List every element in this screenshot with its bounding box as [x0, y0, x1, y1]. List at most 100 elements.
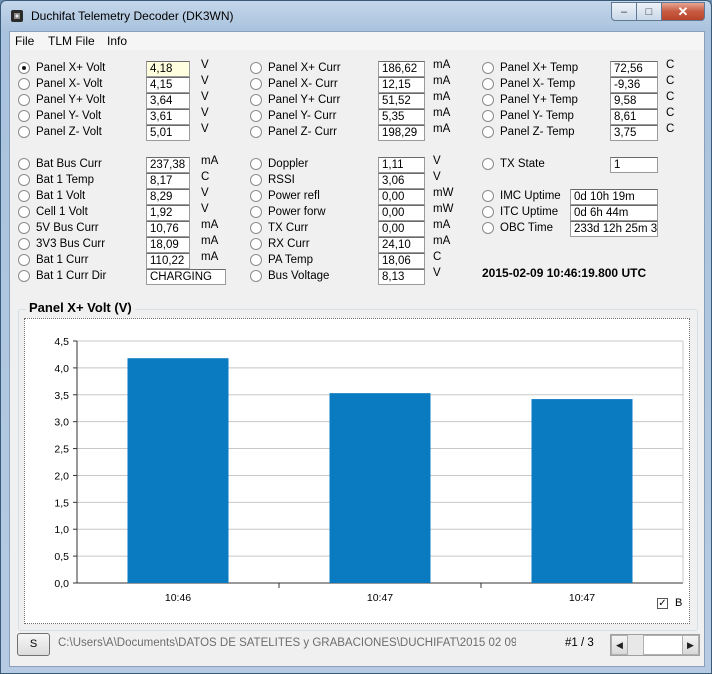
- radio-button[interactable]: [482, 206, 494, 218]
- unit-label: V: [433, 267, 441, 279]
- radio-button[interactable]: [18, 238, 30, 250]
- y-tick-label: 2,0: [54, 470, 69, 482]
- radio-button[interactable]: [18, 222, 30, 234]
- radio-panel-xplus-curr[interactable]: Panel X+ Curr: [250, 60, 341, 76]
- radio-button[interactable]: [250, 174, 262, 186]
- unit-label: mA: [433, 59, 451, 71]
- radio-button[interactable]: [482, 190, 494, 202]
- close-button[interactable]: ✕: [662, 2, 705, 21]
- radio-button[interactable]: [18, 78, 30, 90]
- radio-label: Bat 1 Curr: [36, 254, 89, 266]
- y-tick-label: 1,5: [54, 497, 69, 509]
- minimize-button[interactable]: –: [611, 2, 637, 21]
- menu-file[interactable]: File: [15, 34, 34, 48]
- radio-power-refl[interactable]: Power refl: [250, 188, 320, 204]
- radio-button[interactable]: [18, 254, 30, 266]
- radio-button[interactable]: [250, 270, 262, 282]
- scroll-thumb[interactable]: [643, 635, 683, 655]
- radio-doppler[interactable]: Doppler: [250, 156, 308, 172]
- radio-tx-state[interactable]: TX State: [482, 156, 545, 172]
- radio-button[interactable]: [18, 270, 30, 282]
- radio-button[interactable]: [250, 190, 262, 202]
- radio-panel-yplus-temp[interactable]: Panel Y+ Temp: [482, 92, 578, 108]
- scroll-left-button[interactable]: ◀: [611, 635, 628, 655]
- radio-panel-zminus-volt[interactable]: Panel Z- Volt: [18, 124, 102, 140]
- menu-info[interactable]: Info: [107, 34, 127, 48]
- radio-power-forw[interactable]: Power forw: [250, 204, 326, 220]
- radio-panel-xplus-volt[interactable]: Panel X+ Volt: [18, 60, 105, 76]
- scroll-right-button[interactable]: ▶: [682, 635, 699, 655]
- radio-pa-temp[interactable]: PA Temp: [250, 252, 313, 268]
- radio-button[interactable]: [18, 94, 30, 106]
- radio-panel-yplus-volt[interactable]: Panel Y+ Volt: [18, 92, 105, 108]
- maximize-button[interactable]: □: [637, 2, 662, 21]
- radio-button[interactable]: [250, 254, 262, 266]
- radio-button[interactable]: [18, 174, 30, 186]
- radio-panel-zminus-curr[interactable]: Panel Z- Curr: [250, 124, 337, 140]
- radio-bat-1-volt[interactable]: Bat 1 Volt: [18, 188, 85, 204]
- radio-button[interactable]: [482, 222, 494, 234]
- radio-panel-xplus-temp[interactable]: Panel X+ Temp: [482, 60, 578, 76]
- radio-itc-uptime[interactable]: ITC Uptime: [482, 204, 558, 220]
- radio-button[interactable]: [18, 62, 30, 74]
- radio-bat-bus-curr[interactable]: Bat Bus Curr: [18, 156, 102, 172]
- radio-tx-curr[interactable]: TX Curr: [250, 220, 308, 236]
- legend-checkbox[interactable]: ✓: [657, 598, 668, 609]
- radio-panel-xminus-curr[interactable]: Panel X- Curr: [250, 76, 338, 92]
- radio-rx-curr[interactable]: RX Curr: [250, 236, 310, 252]
- y-tick-label: 3,0: [54, 417, 69, 429]
- radio-bat-1-curr-dir[interactable]: Bat 1 Curr Dir: [18, 268, 106, 284]
- value-cell-1-volt: 1,92: [146, 205, 190, 221]
- radio-button[interactable]: [18, 190, 30, 202]
- radio-button[interactable]: [18, 126, 30, 138]
- radio-button[interactable]: [482, 158, 494, 170]
- radio-button[interactable]: [250, 206, 262, 218]
- radio-button[interactable]: [250, 158, 262, 170]
- radio-panel-yminus-temp[interactable]: Panel Y- Temp: [482, 108, 574, 124]
- radio-button[interactable]: [18, 206, 30, 218]
- radio-button[interactable]: [250, 78, 262, 90]
- value-bat-1-temp: 8,17: [146, 173, 190, 189]
- radio-bat-1-curr[interactable]: Bat 1 Curr: [18, 252, 88, 268]
- timestamp: 2015-02-09 10:46:19.800 UTC: [482, 266, 647, 280]
- radio-panel-yplus-curr[interactable]: Panel Y+ Curr: [250, 92, 340, 108]
- radio-panel-xminus-temp[interactable]: Panel X- Temp: [482, 76, 575, 92]
- page-scrollbar[interactable]: ◀ ▶: [610, 634, 700, 656]
- radio-3v3-bus-curr[interactable]: 3V3 Bus Curr: [18, 236, 105, 252]
- radio-bat-1-temp[interactable]: Bat 1 Temp: [18, 172, 94, 188]
- radio-button[interactable]: [250, 222, 262, 234]
- radio-5v-bus-curr[interactable]: 5V Bus Curr: [18, 220, 99, 236]
- s-button[interactable]: S: [17, 633, 50, 656]
- radio-bus-voltage[interactable]: Bus Voltage: [250, 268, 329, 284]
- radio-button[interactable]: [482, 110, 494, 122]
- radio-panel-yminus-curr[interactable]: Panel Y- Curr: [250, 108, 336, 124]
- radio-panel-yminus-volt[interactable]: Panel Y- Volt: [18, 108, 101, 124]
- radio-button[interactable]: [250, 110, 262, 122]
- radio-button[interactable]: [250, 94, 262, 106]
- radio-label: Bus Voltage: [268, 270, 330, 282]
- radio-imc-uptime[interactable]: IMC Uptime: [482, 188, 561, 204]
- radio-button[interactable]: [18, 158, 30, 170]
- unit-label: V: [201, 75, 209, 87]
- radio-button[interactable]: [250, 238, 262, 250]
- radio-button[interactable]: [482, 62, 494, 74]
- radio-cell-1-volt[interactable]: Cell 1 Volt: [18, 204, 88, 220]
- radio-button[interactable]: [250, 126, 262, 138]
- window-title: Duchifat Telemetry Decoder (DK3WN): [31, 9, 234, 23]
- radio-button[interactable]: [18, 110, 30, 122]
- radio-button[interactable]: [482, 78, 494, 90]
- radio-rssi[interactable]: RSSI: [250, 172, 295, 188]
- unit-label: V: [201, 123, 209, 135]
- radio-button[interactable]: [250, 62, 262, 74]
- radio-button[interactable]: [482, 126, 494, 138]
- menu-tlm-file[interactable]: TLM File: [48, 34, 95, 48]
- radio-obc-time[interactable]: OBC Time: [482, 220, 553, 236]
- radio-label: Panel Z- Volt: [36, 126, 102, 138]
- radio-label: 3V3 Bus Curr: [36, 238, 106, 250]
- page-indicator: #1 / 3: [565, 637, 594, 649]
- radio-panel-zminus-temp[interactable]: Panel Z- Temp: [482, 124, 575, 140]
- radio-button[interactable]: [482, 94, 494, 106]
- radio-panel-xminus-volt[interactable]: Panel X- Volt: [18, 76, 102, 92]
- radio-label: Panel X+ Curr: [268, 62, 341, 74]
- value-panel-yplus-volt: 3,64: [146, 93, 190, 109]
